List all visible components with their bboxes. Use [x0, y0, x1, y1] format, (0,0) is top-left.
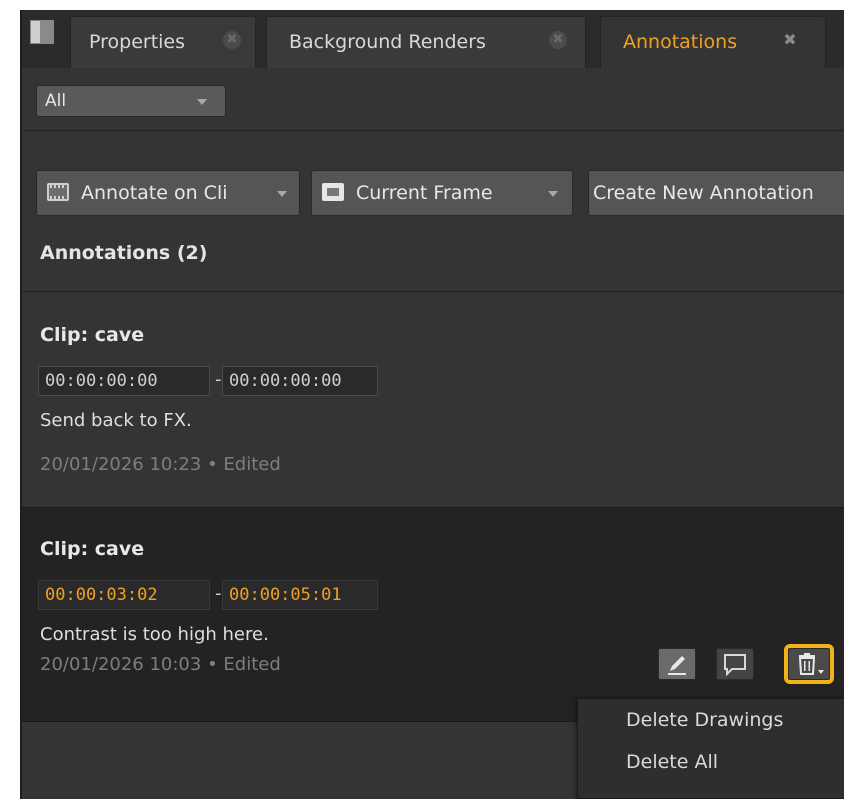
tab-bar: Properties ✖ Background Renders ✖ Annota… — [22, 10, 844, 68]
clip-title: Clip: cave — [40, 324, 145, 346]
delete-menu-button[interactable] — [784, 644, 834, 684]
timecode-out-field[interactable]: 00:00:05:01 — [222, 580, 378, 610]
frame-range-dropdown[interactable]: Current Frame — [311, 170, 573, 216]
divider — [22, 130, 844, 131]
panel-menu-icon[interactable] — [30, 20, 54, 44]
create-new-annotation-label: Create New Annotation — [593, 182, 814, 204]
timecode-in-field[interactable]: 00:00:00:00 — [38, 366, 210, 396]
menu-item-delete-drawings[interactable]: Delete Drawings — [626, 709, 783, 731]
annotate-on-label: Annotate on Cli — [81, 182, 228, 204]
filter-value: All — [45, 91, 67, 111]
comment-button[interactable] — [716, 648, 754, 680]
section-title: Annotations (2) — [40, 242, 208, 264]
filter-dropdown[interactable]: All — [36, 85, 226, 117]
tab-annotations[interactable]: Annotations ✖ — [600, 16, 826, 68]
tab-background-renders[interactable]: Background Renders ✖ — [266, 16, 586, 68]
menu-item-delete-all[interactable]: Delete All — [626, 751, 718, 773]
comment-icon — [724, 654, 746, 677]
annotation-note: Send back to FX. — [40, 410, 192, 431]
chevron-down-icon — [197, 99, 207, 105]
annotation-item-selected[interactable]: Clip: cave 00:00:03:02 - 00:00:05:01 Con… — [22, 507, 844, 722]
edit-annotation-button[interactable] — [658, 648, 696, 680]
chevron-down-icon — [548, 191, 558, 197]
timecode-in-field[interactable]: 00:00:03:02 — [38, 580, 210, 610]
timecode-separator: - — [215, 369, 222, 390]
close-icon[interactable]: ✖ — [549, 31, 567, 49]
timecode-separator: - — [215, 583, 222, 604]
trash-icon — [798, 653, 824, 675]
annotation-item[interactable]: Clip: cave 00:00:00:00 - 00:00:00:00 Sen… — [22, 292, 844, 507]
annotate-on-dropdown[interactable]: Annotate on Cli — [36, 170, 300, 216]
timecode-out-field[interactable]: 00:00:00:00 — [222, 366, 378, 396]
pencil-icon — [668, 656, 686, 675]
tab-label: Annotations — [623, 31, 738, 53]
annotation-meta: 20/01/2026 10:03 • Edited — [40, 654, 281, 675]
frame-range-label: Current Frame — [356, 182, 493, 204]
tab-label: Background Renders — [289, 31, 486, 53]
clip-title: Clip: cave — [40, 538, 145, 560]
close-icon[interactable]: ✖ — [223, 31, 241, 49]
delete-menu: Delete Drawings Delete All — [577, 698, 844, 799]
tab-label: Properties — [89, 31, 186, 53]
frame-icon — [322, 183, 344, 201]
annotation-note: Contrast is too high here. — [40, 624, 269, 645]
create-new-annotation-button[interactable]: Create New Annotation — [588, 170, 844, 216]
annotations-panel: Properties ✖ Background Renders ✖ Annota… — [20, 10, 844, 799]
close-icon[interactable]: ✖ — [781, 31, 799, 49]
chevron-down-icon — [277, 191, 287, 197]
annotation-meta: 20/01/2026 10:23 • Edited — [40, 454, 281, 475]
tab-properties[interactable]: Properties ✖ — [70, 16, 256, 68]
film-icon — [47, 183, 69, 201]
